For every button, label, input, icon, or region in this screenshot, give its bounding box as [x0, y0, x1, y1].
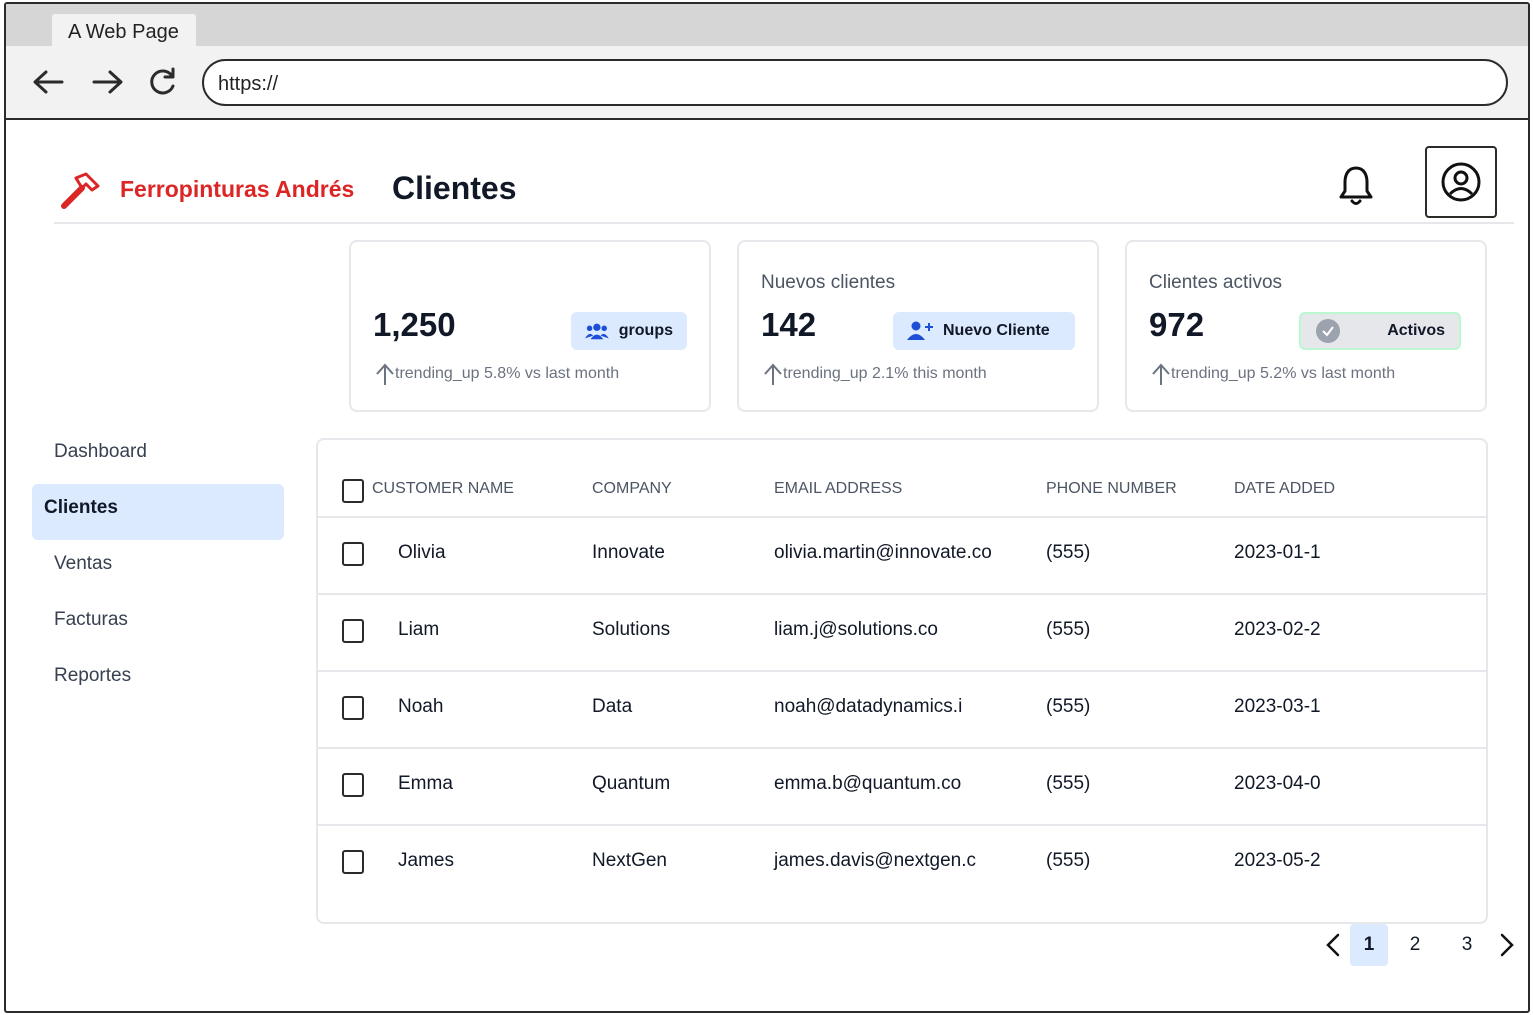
back-button[interactable] — [30, 64, 66, 100]
cell-name: Olivia — [398, 542, 446, 563]
pagination: 1 2 3 — [1320, 922, 1520, 968]
cell-email: liam.j@solutions.co — [774, 619, 938, 640]
table-row[interactable]: Olivia Innovate olivia.martin@innovate.c… — [318, 518, 1486, 595]
page-button-1[interactable]: 1 — [1350, 924, 1388, 966]
column-header-date-added[interactable]: DATE ADDED — [1234, 480, 1335, 498]
cell-date: 2023-04-0 — [1234, 773, 1321, 794]
cell-name: Emma — [398, 773, 453, 794]
clients-table: CUSTOMER NAME COMPANY EMAIL ADDRESS PHON… — [316, 438, 1488, 924]
cell-company: NextGen — [592, 850, 667, 871]
cell-email: emma.b@quantum.co — [774, 773, 962, 794]
stat-card-active-clients: Clientes activos 972 Activos trending_up… — [1125, 240, 1487, 412]
column-header-company[interactable]: COMPANY — [592, 480, 672, 498]
badge-label: Nuevo Cliente — [943, 322, 1050, 339]
stat-card-total-clients: 1,250 groups trending_up 5.8% vs last mo… — [349, 240, 711, 412]
browser-chrome: A Web Page https:// — [6, 4, 1528, 120]
account-circle-icon — [1441, 162, 1481, 202]
page-title: Clientes — [392, 170, 517, 206]
reload-button[interactable] — [144, 64, 180, 100]
arrow-right-icon — [92, 70, 123, 94]
cell-date: 2023-02-2 — [1234, 619, 1321, 640]
column-header-email[interactable]: EMAIL ADDRESS — [774, 480, 902, 498]
row-checkbox[interactable] — [342, 542, 364, 566]
select-all-checkbox[interactable] — [342, 479, 364, 503]
arrow-left-icon — [33, 70, 64, 94]
cell-company: Quantum — [592, 773, 671, 794]
forward-button[interactable] — [90, 64, 126, 100]
column-header-customer-name[interactable]: CUSTOMER NAME — [372, 480, 514, 498]
sidebar-item-clientes[interactable]: Clientes — [32, 484, 284, 540]
arrow-up-icon — [1152, 363, 1170, 385]
arrow-up-icon — [764, 363, 782, 385]
table-row[interactable]: Emma Quantum emma.b@quantum.co (555) 202… — [318, 749, 1486, 826]
badge-label: Activos — [1387, 322, 1445, 339]
notifications-bell-icon[interactable] — [1336, 164, 1376, 213]
cell-phone: (555) — [1046, 850, 1091, 871]
hammer-icon — [58, 170, 102, 215]
chevron-left-icon — [1326, 933, 1340, 957]
stat-value: 972 — [1149, 306, 1205, 343]
cell-company: Data — [592, 696, 633, 717]
cell-email: noah@datadynamics.i — [774, 696, 963, 717]
cell-phone: (555) — [1046, 619, 1091, 640]
row-checkbox[interactable] — [342, 696, 364, 720]
stat-value: 142 — [761, 306, 817, 343]
page-button-2[interactable]: 2 — [1396, 924, 1434, 966]
sidebar-item-reportes[interactable]: Reportes — [32, 652, 284, 708]
arrow-up-icon — [376, 363, 394, 385]
cell-date: 2023-03-1 — [1234, 696, 1321, 717]
brand-name[interactable]: Ferropinturas Andrés — [120, 176, 354, 203]
person-add-icon — [907, 321, 933, 340]
app-header: Ferropinturas Andrés Clientes — [54, 144, 1514, 224]
user-profile-button[interactable] — [1425, 146, 1497, 218]
stat-trend: trending_up 2.1% this month — [763, 362, 987, 386]
next-page-button[interactable] — [1494, 924, 1520, 966]
check-circle-icon — [1316, 319, 1340, 343]
groups-badge[interactable]: groups — [571, 312, 687, 350]
sidebar-item-ventas[interactable]: Ventas — [32, 540, 284, 596]
row-checkbox[interactable] — [342, 619, 364, 643]
sidebar-nav: Dashboard Clientes Ventas Facturas Repor… — [32, 428, 284, 708]
reload-icon — [150, 67, 175, 95]
stat-card-new-clients: Nuevos clientes 142 Nuevo Cliente trendi… — [737, 240, 1099, 412]
stat-label: Nuevos clientes — [761, 272, 896, 293]
sidebar-item-facturas[interactable]: Facturas — [32, 596, 284, 652]
sidebar-item-dashboard[interactable]: Dashboard — [32, 428, 284, 484]
prev-page-button[interactable] — [1320, 924, 1346, 966]
groups-icon — [585, 323, 609, 340]
trend-text: trending_up 5.8% vs last month — [395, 365, 620, 382]
cell-phone: (555) — [1046, 696, 1091, 717]
cell-name: Noah — [398, 696, 444, 717]
active-badge[interactable]: Activos — [1299, 312, 1461, 350]
trend-text: trending_up 2.1% this month — [783, 365, 987, 382]
page-button-3[interactable]: 3 — [1448, 924, 1486, 966]
stat-value: 1,250 — [373, 306, 456, 343]
stat-trend: trending_up 5.2% vs last month — [1151, 362, 1395, 386]
cell-date: 2023-05-2 — [1234, 850, 1321, 871]
browser-tab[interactable]: A Web Page — [52, 14, 196, 48]
url-bar[interactable]: https:// — [202, 59, 1508, 106]
cell-phone: (555) — [1046, 542, 1091, 563]
chevron-right-icon — [1500, 933, 1514, 957]
table-row[interactable]: James NextGen james.davis@nextgen.c (555… — [318, 826, 1486, 903]
cell-name: James — [398, 850, 454, 871]
cell-company: Solutions — [592, 619, 671, 640]
row-checkbox[interactable] — [342, 850, 364, 874]
cell-name: Liam — [398, 619, 440, 640]
table-row[interactable]: Noah Data noah@datadynamics.i (555) 2023… — [318, 672, 1486, 749]
stat-trend: trending_up 5.8% vs last month — [375, 362, 619, 386]
cell-email: olivia.martin@innovate.co — [774, 542, 992, 563]
stat-label: Clientes activos — [1149, 272, 1283, 293]
table-header: CUSTOMER NAME COMPANY EMAIL ADDRESS PHON… — [318, 470, 1486, 518]
badge-label: groups — [618, 322, 673, 339]
table-row[interactable]: Liam Solutions liam.j@solutions.co (555)… — [318, 595, 1486, 672]
new-client-button[interactable]: Nuevo Cliente — [893, 312, 1075, 350]
cell-email: james.davis@nextgen.c — [774, 850, 976, 871]
trend-text: trending_up 5.2% vs last month — [1171, 365, 1396, 382]
cell-company: Innovate — [592, 542, 665, 563]
column-header-phone[interactable]: PHONE NUMBER — [1046, 480, 1177, 498]
cell-phone: (555) — [1046, 773, 1091, 794]
cell-date: 2023-01-1 — [1234, 542, 1321, 563]
row-checkbox[interactable] — [342, 773, 364, 797]
